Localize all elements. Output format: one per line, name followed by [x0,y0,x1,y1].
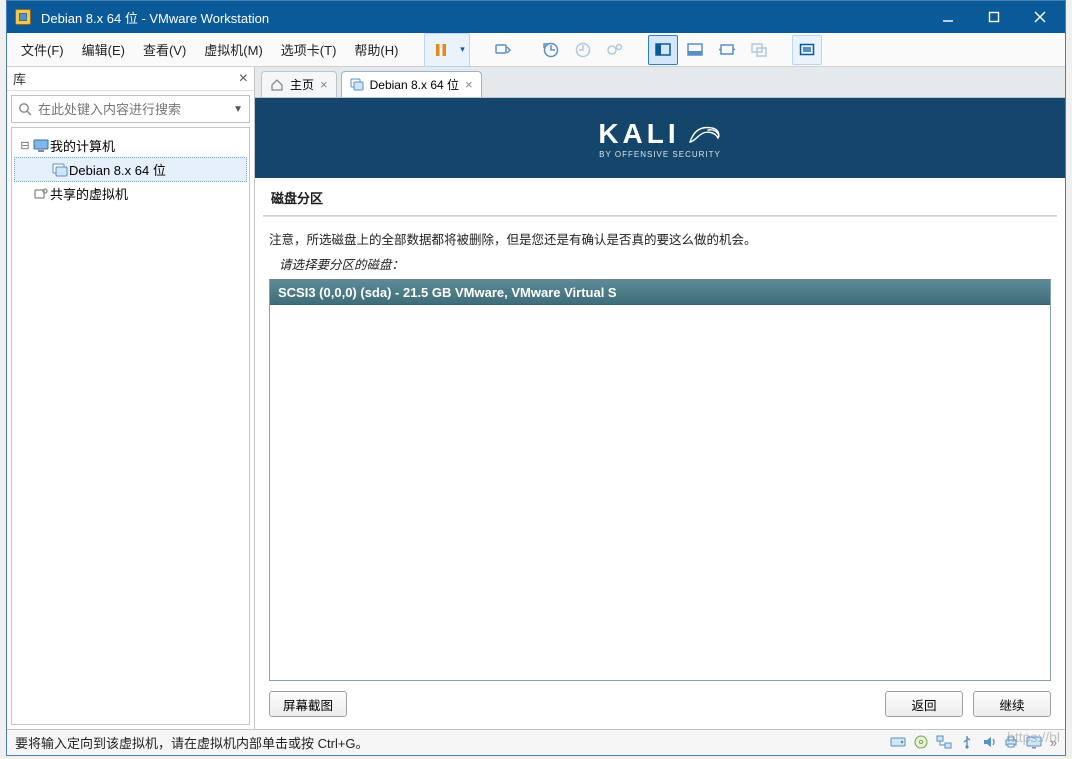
thumbnail-view-button[interactable] [680,35,710,65]
tree-vm-debian[interactable]: Debian 8.x 64 位 [14,157,247,182]
collapse-icon[interactable]: ⊟ [18,139,32,152]
search-input[interactable] [38,102,233,117]
titlebar: Debian 8.x 64 位 - VMware Workstation [7,1,1065,33]
stretch-button[interactable] [712,35,742,65]
tab-label: Debian 8.x 64 位 [370,76,459,93]
warning-text: 注意，所选磁盘上的全部数据都将被删除，但是您还是有确认是否真的要这么做的机会。 [269,227,1051,250]
installer-step-title: 磁盘分区 [255,178,1065,215]
prompt-text: 请选择要分区的磁盘： [269,250,1051,279]
usb-icon[interactable] [960,735,974,750]
show-console-button[interactable] [648,35,678,65]
sidebar-title: 库 [13,69,26,88]
tree-shared-vms[interactable]: 共享的虚拟机 [14,182,247,205]
status-text: 要将输入定向到该虚拟机，请在虚拟机内部单击或按 Ctrl+G。 [15,733,369,752]
tree-label: Debian 8.x 64 位 [69,160,166,179]
installer-banner: KALI BY OFFENSIVE SECURITY [255,98,1065,178]
send-ctrl-alt-del-button[interactable] [488,35,518,65]
tree-label: 我的计算机 [50,136,115,155]
vm-tab-icon [350,78,364,92]
status-device-icons: » [890,735,1057,750]
unity-button[interactable] [744,35,774,65]
disk-list[interactable]: SCSI3 (0,0,0) (sda) - 21.5 GB VMware, VM… [269,279,1051,681]
snapshot-button[interactable] [536,35,566,65]
kali-logo: KALI BY OFFENSIVE SECURITY [598,118,721,159]
tab-home[interactable]: 主页 × [261,71,337,97]
menu-vm[interactable]: 虚拟机(M) [196,34,271,65]
shared-icon [32,187,50,201]
printer-icon[interactable] [1004,735,1018,750]
search-icon [18,102,32,116]
cd-icon[interactable] [914,735,928,750]
tree-label: 共享的虚拟机 [50,184,128,203]
brand-subtitle: BY OFFENSIVE SECURITY [598,150,721,159]
dragon-icon [688,120,722,148]
installer-content: 注意，所选磁盘上的全部数据都将被删除，但是您还是有确认是否真的要这么做的机会。 … [255,217,1065,681]
window-title: Debian 8.x 64 位 - VMware Workstation [41,8,925,27]
computer-icon [32,139,50,153]
revert-snapshot-button[interactable] [568,35,598,65]
sound-icon[interactable] [982,735,996,750]
brand-text: KALI [598,118,679,150]
snapshot-manager-button[interactable] [600,35,630,65]
menu-edit[interactable]: 编辑(E) [74,34,133,65]
menu-file[interactable]: 文件(F) [13,34,72,65]
sidebar-close-button[interactable]: × [239,70,248,88]
menu-tabs[interactable]: 选项卡(T) [273,34,345,65]
home-icon [270,78,284,92]
app-window: Debian 8.x 64 位 - VMware Workstation 文件(… [6,0,1066,756]
tab-close-icon[interactable]: × [320,77,328,92]
vm-icon [51,163,69,177]
network-icon[interactable] [936,735,952,750]
library-sidebar: 库 × ▼ ⊟ 我的计算机 [7,67,255,729]
power-dropdown[interactable]: ▾ [456,35,468,65]
pause-button[interactable] [426,35,456,65]
tab-vm-debian[interactable]: Debian 8.x 64 位 × [341,71,482,97]
fullscreen-button[interactable] [792,35,822,65]
installer-buttons: 屏幕截图 返回 继续 [255,681,1065,729]
disk-item-sda[interactable]: SCSI3 (0,0,0) (sda) - 21.5 GB VMware, VM… [270,281,1050,305]
library-tree: ⊟ 我的计算机 Debian 8.x 64 位 [11,127,250,725]
menu-help[interactable]: 帮助(H) [346,34,406,65]
tab-label: 主页 [290,76,314,93]
minimize-button[interactable] [925,1,971,33]
main-area: 主页 × Debian 8.x 64 位 × KALI [255,67,1065,729]
vm-console[interactable]: KALI BY OFFENSIVE SECURITY 磁盘分区 注意，所选磁盘上… [255,97,1065,729]
sidebar-header: 库 × [7,67,254,91]
hdd-icon[interactable] [890,735,906,750]
back-button[interactable]: 返回 [885,691,963,717]
screenshot-button[interactable]: 屏幕截图 [269,691,347,717]
tree-my-computer[interactable]: ⊟ 我的计算机 [14,134,247,157]
window-controls [925,1,1063,33]
tab-strip: 主页 × Debian 8.x 64 位 × [255,67,1065,97]
body: 库 × ▼ ⊟ 我的计算机 [7,67,1065,729]
tab-close-icon[interactable]: × [465,77,473,92]
chevron-icon[interactable]: » [1050,735,1057,750]
sidebar-search[interactable]: ▼ [11,95,250,123]
app-icon [15,9,31,25]
maximize-button[interactable] [971,1,1017,33]
display-icon[interactable] [1026,735,1042,750]
statusbar: 要将输入定向到该虚拟机，请在虚拟机内部单击或按 Ctrl+G。 » [7,729,1065,755]
continue-button[interactable]: 继续 [973,691,1051,717]
menu-view[interactable]: 查看(V) [135,34,194,65]
close-button[interactable] [1017,1,1063,33]
menubar: 文件(F) 编辑(E) 查看(V) 虚拟机(M) 选项卡(T) 帮助(H) ▾ [7,33,1065,67]
power-group: ▾ [424,33,470,67]
search-dropdown-icon[interactable]: ▼ [233,104,243,115]
